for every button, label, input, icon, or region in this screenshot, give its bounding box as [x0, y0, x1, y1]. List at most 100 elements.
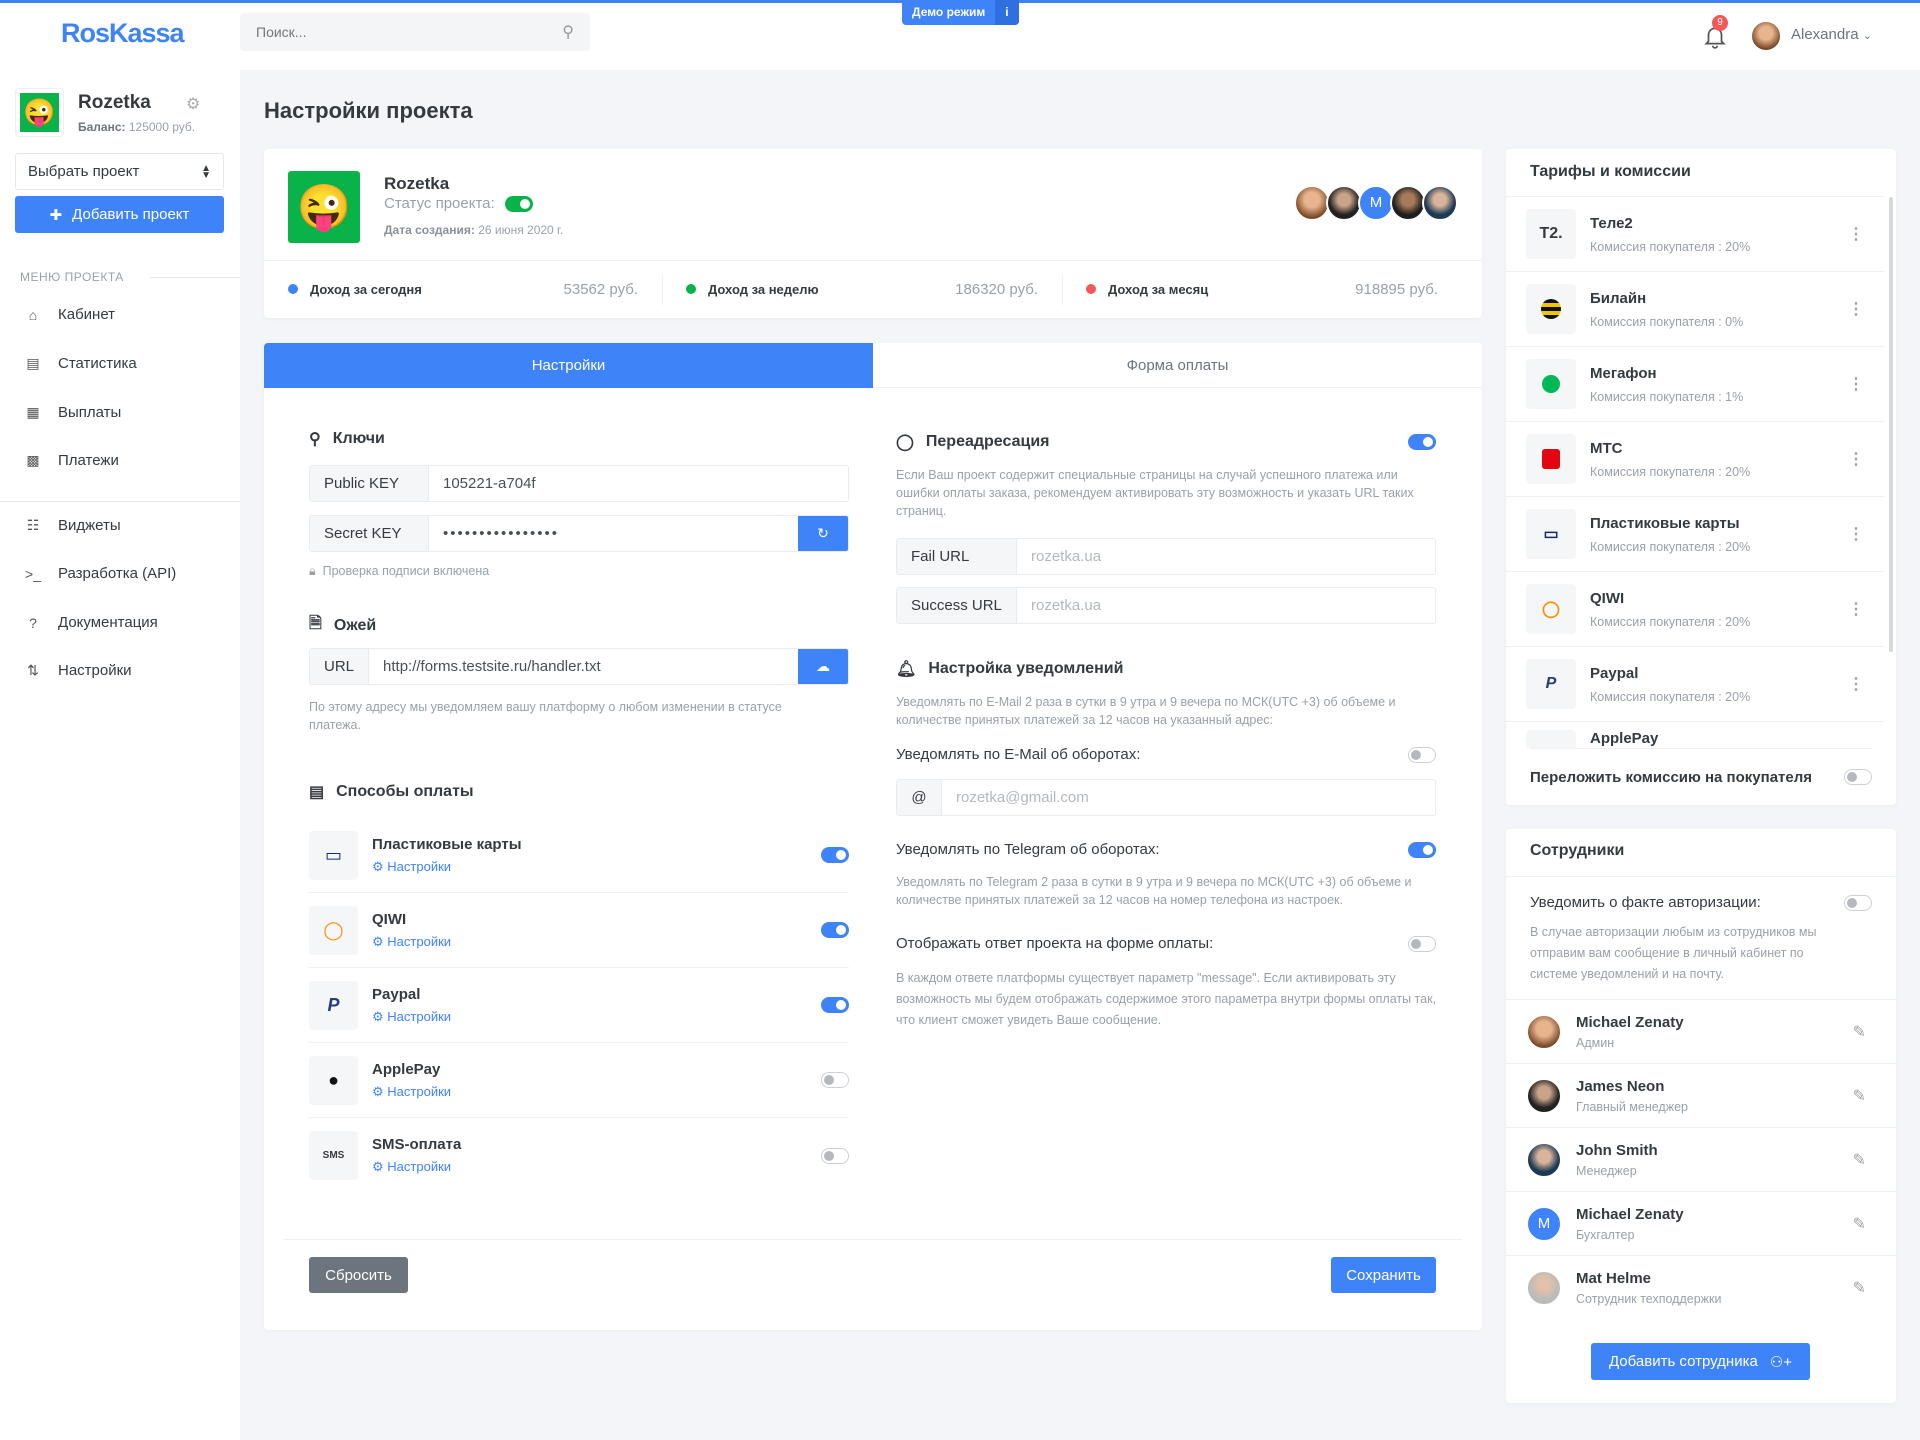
project-card: 😜 Rozetka Статус проекта: Дата создания:… [264, 149, 1482, 318]
edit-icon[interactable]: ✎ [1853, 1214, 1866, 1234]
search-input[interactable] [256, 24, 536, 40]
email-field[interactable]: @ [896, 779, 1436, 816]
payments-icon: ▩ [26, 452, 40, 468]
settings-card: Настройки Форма оплаты ⚲ Ключи Public KEY… [264, 343, 1482, 1330]
sidebar-item-cabinet[interactable]: ⌂ Кабинет [24, 306, 115, 323]
mts-logo [1526, 434, 1576, 484]
webhook-url-field[interactable]: URL☁ [309, 648, 849, 685]
apple-icon: ● [309, 1055, 358, 1105]
beeline-logo [1526, 284, 1576, 334]
method-toggle[interactable] [821, 997, 849, 1013]
more-vertical-icon[interactable]: ⋮ [1848, 524, 1864, 544]
sidebar-item-payments[interactable]: ▩ Платежи [24, 452, 118, 469]
method-toggle[interactable] [821, 1147, 849, 1164]
auth-notify-toggle[interactable] [1844, 894, 1872, 911]
sidebar-item-docs[interactable]: ? Документация [24, 614, 158, 631]
telegram-notify-toggle[interactable] [1408, 841, 1436, 858]
add-employee-button[interactable]: Добавить сотрудника ⚇+ [1591, 1343, 1810, 1380]
method-settings-link[interactable]: ⚙ Настройки [372, 1084, 821, 1100]
sidebar-item-statistics[interactable]: ▤ Статистика [24, 355, 136, 372]
sidebar-item-widgets[interactable]: ☷ Виджеты [24, 517, 121, 534]
method-settings-link[interactable]: ⚙ Настройки [372, 1159, 821, 1175]
project-status: Статус проекта: [384, 195, 533, 212]
public-key-field[interactable]: Public KEY [309, 465, 849, 502]
shift-commission-toggle[interactable] [1844, 769, 1872, 785]
tab-payment-form[interactable]: Форма оплаты [873, 343, 1482, 388]
apple-icon: ● [1526, 730, 1576, 748]
sidebar-item-payouts[interactable]: ▦ Выплаты [24, 404, 121, 421]
fail-url-input[interactable] [1017, 539, 1435, 574]
search-icon[interactable]: ⚲ [562, 22, 574, 42]
info-icon[interactable]: i [995, 0, 1019, 25]
edit-icon[interactable]: ✎ [1853, 1086, 1866, 1106]
sort-arrows-icon: ▲ ▼ [201, 162, 211, 181]
credit-card-icon: ▭ [1526, 509, 1576, 559]
avatar [1526, 1077, 1562, 1114]
public-key-input[interactable] [429, 466, 848, 501]
logo[interactable]: RosKassa [61, 18, 185, 49]
upload-button[interactable]: ☁ [798, 649, 848, 684]
more-vertical-icon[interactable]: ⋮ [1848, 224, 1864, 244]
add-project-button[interactable]: ✚ Добавить проект [15, 196, 224, 233]
avatar[interactable] [1294, 185, 1330, 221]
shift-commission-row: Переложить комиссию на покупателя [1530, 748, 1872, 805]
gear-icon[interactable]: ⚙ [186, 94, 200, 114]
save-button[interactable]: Сохранить [1331, 1257, 1436, 1293]
method-settings-link[interactable]: ⚙ Настройки [372, 859, 821, 875]
add-project-icon: ✚ [49, 206, 63, 224]
redirect-toggle[interactable] [1408, 434, 1436, 450]
sidebar-item-settings[interactable]: ⇅ Настройки [24, 662, 131, 679]
sms-icon: SMS [309, 1131, 358, 1180]
alarm-icon: 🔔︎ [896, 661, 917, 678]
method-toggle[interactable] [821, 1072, 849, 1088]
user-menu[interactable]: Alexandra ⌄ [1791, 26, 1872, 43]
payment-method-applepay: ● ApplePay ⚙ Настройки [309, 1043, 849, 1118]
reset-button[interactable]: Сбросить [309, 1257, 408, 1293]
more-vertical-icon[interactable]: ⋮ [1848, 599, 1864, 619]
project-select[interactable]: Выбрать проект ▲ ▼ [15, 153, 224, 190]
sidebar-item-api[interactable]: >_ Разработка (API) [24, 565, 176, 582]
employee-row: Mat Helme Сотрудник техподдержки ✎ [1506, 1255, 1896, 1319]
response-display-toggle[interactable] [1408, 935, 1436, 952]
method-settings-link[interactable]: ⚙ Настройки [372, 934, 821, 950]
edit-icon[interactable]: ✎ [1853, 1150, 1866, 1170]
avatar[interactable] [1326, 185, 1362, 221]
edit-icon[interactable]: ✎ [1853, 1278, 1866, 1298]
demo-mode-badge[interactable]: Демо режим i [902, 0, 1019, 25]
webhook-heading: 🗎︎ Ожей [309, 612, 376, 639]
more-vertical-icon[interactable]: ⋮ [1848, 299, 1864, 319]
avatar[interactable]: M [1358, 185, 1394, 221]
sidebar-project-name: Rozetka [78, 92, 151, 113]
fail-url-field[interactable]: Fail URL [896, 538, 1436, 575]
blue-dot-icon [288, 284, 298, 294]
search-box[interactable]: ⚲ [240, 13, 590, 51]
more-vertical-icon[interactable]: ⋮ [1848, 374, 1864, 394]
email-input[interactable] [942, 780, 1435, 815]
docs-icon: ? [29, 614, 37, 631]
auth-notify-row: Уведомить о факте авторизации: [1530, 894, 1872, 911]
method-settings-link[interactable]: ⚙ Настройки [372, 1009, 821, 1025]
tab-settings[interactable]: Настройки [264, 343, 873, 388]
avatar[interactable] [1422, 185, 1458, 221]
more-vertical-icon[interactable]: ⋮ [1848, 674, 1864, 694]
method-toggle[interactable] [821, 847, 849, 863]
user-avatar[interactable] [1750, 20, 1782, 52]
webhook-url-input[interactable] [369, 649, 798, 684]
stat-month: Доход за месяц 918895 руб. [1062, 260, 1462, 318]
email-notify-row: Уведомлять по E-Mail об оборотах: [896, 746, 1436, 763]
tariff-item: Мегафон Комиссия покупателя : 1% ⋮ [1506, 346, 1884, 421]
qiwi-icon: ◯ [1526, 584, 1576, 634]
team-avatars: M [1294, 185, 1458, 221]
email-notify-toggle[interactable] [1408, 746, 1436, 763]
avatar[interactable] [1390, 185, 1426, 221]
method-toggle[interactable] [821, 922, 849, 938]
scrollbar[interactable] [1889, 197, 1893, 652]
edit-icon[interactable]: ✎ [1853, 1022, 1866, 1042]
regenerate-key-button[interactable]: ↻ [798, 516, 848, 551]
success-url-field[interactable]: Success URL [896, 587, 1436, 624]
secret-key-field[interactable]: Secret KEY↻ [309, 515, 849, 552]
secret-key-input[interactable] [429, 516, 798, 551]
project-status-toggle[interactable] [504, 195, 533, 212]
success-url-input[interactable] [1017, 588, 1435, 623]
more-vertical-icon[interactable]: ⋮ [1848, 449, 1864, 469]
